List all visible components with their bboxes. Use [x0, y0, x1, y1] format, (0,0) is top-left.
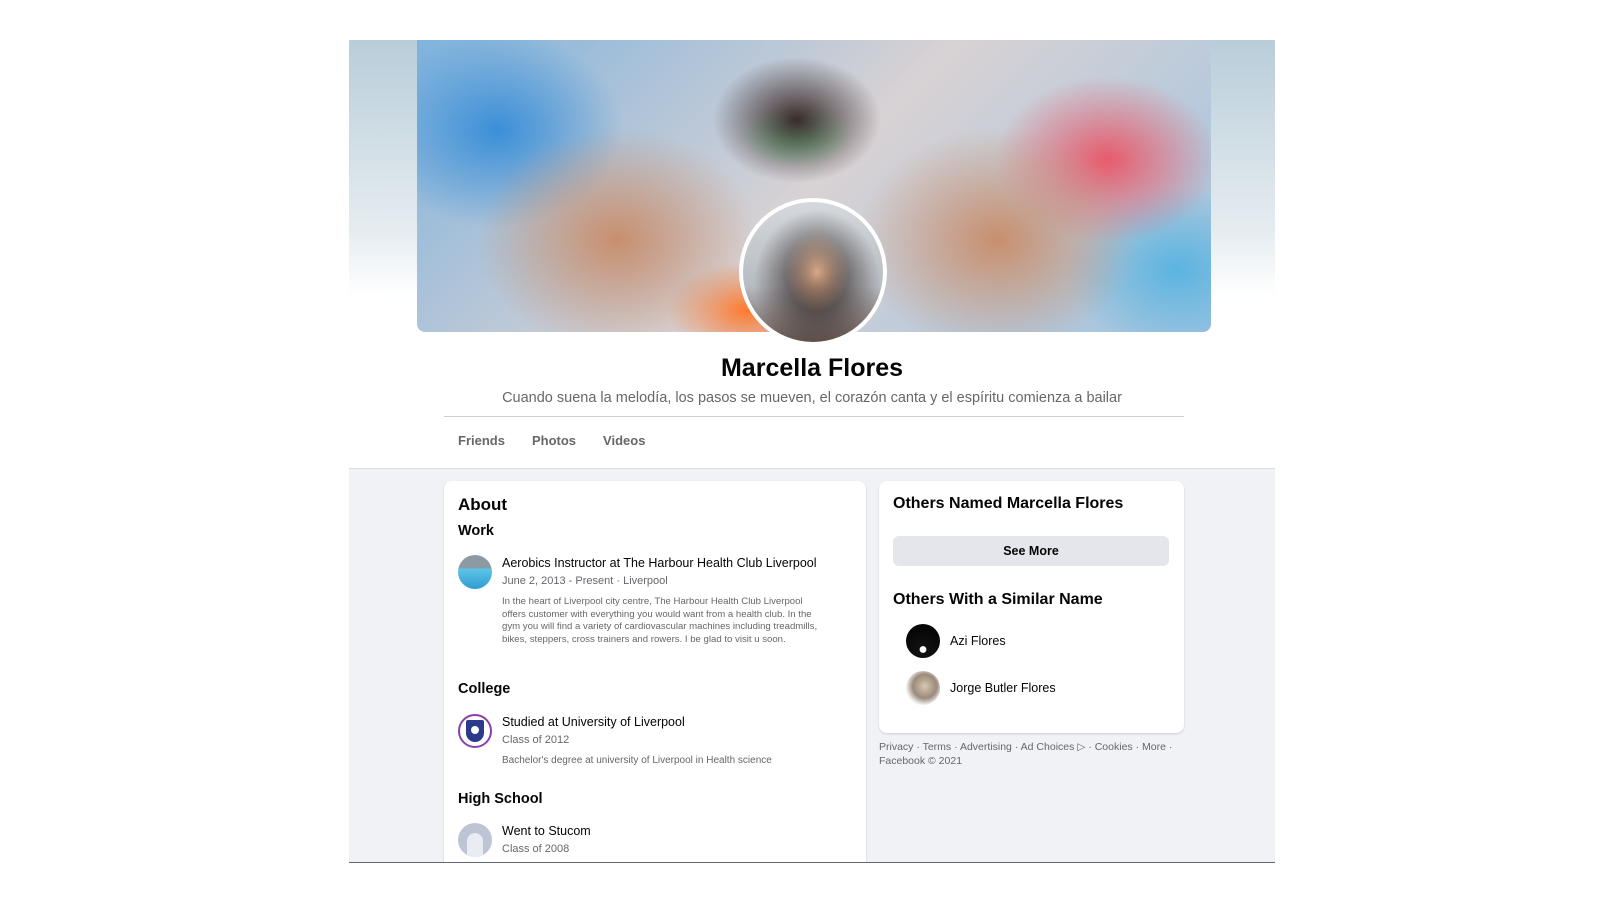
college-meta: Class of 2012 [502, 734, 570, 746]
advertising-link[interactable]: Advertising [960, 741, 1012, 753]
college-heading: College [458, 681, 511, 697]
copyright: Facebook © 2021 [879, 754, 963, 767]
terms-link[interactable]: Terms [923, 741, 952, 753]
similar-person-item[interactable]: Azi Flores [906, 624, 1006, 658]
similar-names-card: Others Named Marcella Flores See More Ot… [879, 481, 1184, 733]
profile-picture[interactable] [739, 198, 887, 346]
work-place-icon[interactable] [458, 555, 492, 589]
person-name: Jorge Butler Flores [950, 681, 1056, 695]
privacy-link[interactable]: Privacy [879, 741, 913, 753]
see-more-button[interactable]: See More [893, 536, 1169, 566]
person-silhouette-icon [467, 833, 483, 857]
work-meta: June 2, 2013 - Present · Liverpool [502, 575, 668, 587]
header-divider [444, 416, 1184, 417]
similar-person-item[interactable]: Jorge Butler Flores [906, 671, 1056, 705]
tab-friends[interactable]: Friends [458, 433, 505, 448]
nav-divider [349, 468, 1275, 469]
work-description: In the heart of Liverpool city centre, T… [502, 596, 818, 645]
ad-choices-icon: ▷ [1077, 741, 1086, 753]
work-title[interactable]: Aerobics Instructor at The Harbour Healt… [502, 556, 817, 570]
profile-page: Marcella Flores Cuando suena la melodía,… [349, 40, 1275, 863]
more-link[interactable]: More [1142, 741, 1166, 753]
others-named-title: Others Named Marcella Flores [893, 495, 1124, 512]
avatar [906, 671, 940, 705]
high-school-heading: High School [458, 791, 543, 807]
profile-header: Marcella Flores Cuando suena la melodía,… [349, 40, 1275, 469]
tab-videos[interactable]: Videos [603, 433, 645, 448]
avatar [906, 624, 940, 658]
high-school-meta: Class of 2008 [502, 843, 570, 855]
profile-bio: Cuando suena la melodía, los pasos se mu… [502, 390, 1122, 406]
school-icon[interactable] [458, 823, 492, 857]
footer-links: Privacy · Terms · Advertising · Ad Choic… [879, 741, 1173, 767]
profile-nav: Friends Photos Videos [458, 433, 645, 448]
university-crest-icon[interactable] [458, 714, 492, 748]
person-name: Azi Flores [950, 634, 1006, 648]
college-title[interactable]: Studied at University of Liverpool [502, 715, 685, 729]
shield-icon [466, 720, 484, 742]
similar-name-title: Others With a Similar Name [893, 591, 1103, 608]
profile-name: Marcella Flores [720, 354, 904, 382]
tab-photos[interactable]: Photos [532, 433, 576, 448]
about-card: About Work Aerobics Instructor at The Ha… [444, 481, 866, 862]
profile-picture-image [743, 202, 883, 342]
cookies-link[interactable]: Cookies [1095, 741, 1133, 753]
ad-choices-link[interactable]: Ad Choices [1021, 741, 1075, 753]
college-description: Bachelor's degree at university of Liver… [502, 755, 772, 766]
about-title: About [458, 495, 508, 514]
work-heading: Work [458, 523, 494, 539]
high-school-title[interactable]: Went to Stucom [502, 824, 591, 838]
